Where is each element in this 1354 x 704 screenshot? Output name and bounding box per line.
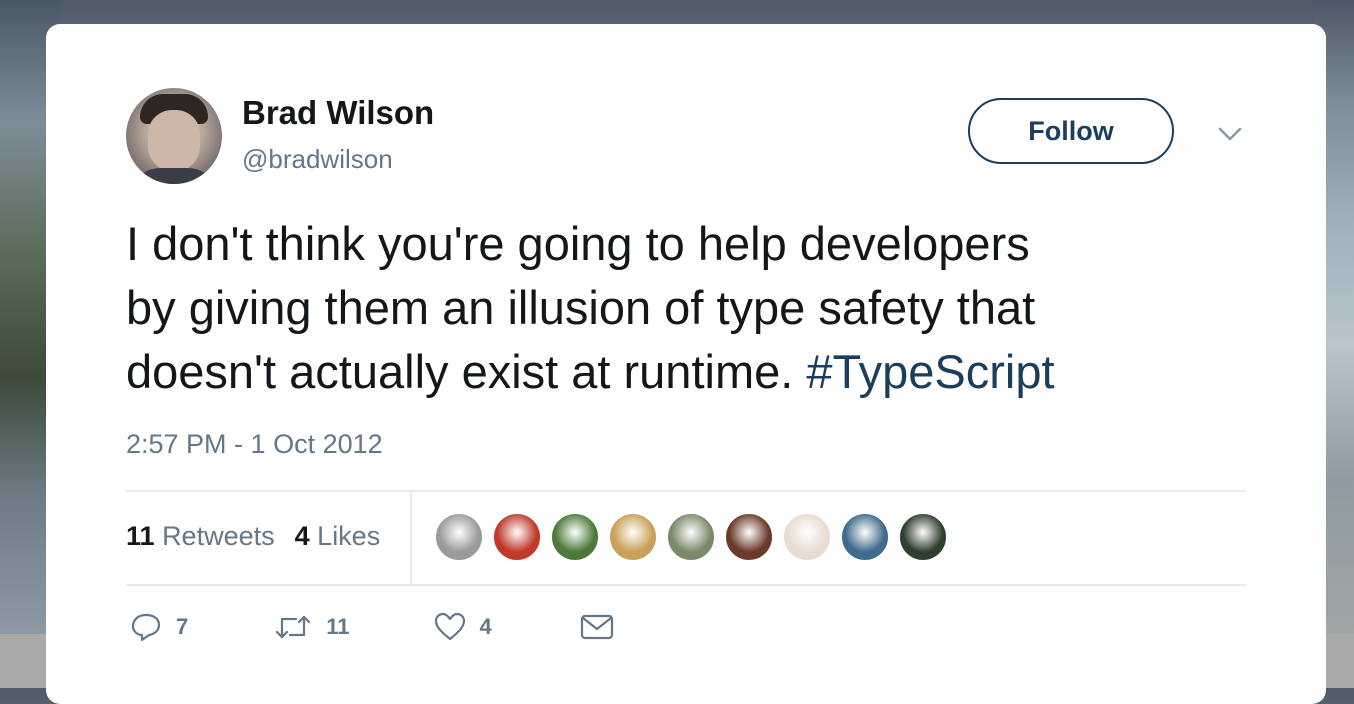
retweet-icon: [276, 615, 311, 639]
author-handle[interactable]: @bradwilson: [242, 144, 393, 175]
reply-count: 7: [176, 614, 189, 639]
retweet-action[interactable]: 11: [274, 613, 350, 641]
follow-button[interactable]: Follow: [968, 98, 1174, 164]
liker-avatar[interactable]: [782, 512, 832, 562]
retweets-label: Retweets: [162, 521, 275, 551]
divider-vertical: [410, 492, 412, 584]
liker-avatar[interactable]: [666, 512, 716, 562]
liker-avatar[interactable]: [492, 512, 542, 562]
tweet-line: by giving them an illusion of type safet…: [126, 281, 1036, 334]
hashtag-link[interactable]: #TypeScript: [806, 345, 1054, 398]
tweet-card: Brad Wilson @bradwilson Follow I don't t…: [46, 24, 1326, 704]
liker-avatar[interactable]: [608, 512, 658, 562]
like-action[interactable]: 4: [434, 612, 492, 642]
reply-action[interactable]: 7: [130, 612, 188, 642]
chevron-down-icon[interactable]: [1216, 120, 1244, 148]
likers-avatars: [434, 512, 956, 562]
tweet-line-text: doesn't actually exist at runtime.: [126, 345, 807, 398]
retweet-count: 11: [326, 614, 350, 639]
tweet-text: I don't think you're going to help devel…: [126, 212, 1266, 404]
liker-avatar[interactable]: [434, 512, 484, 562]
reply-icon: [131, 613, 161, 642]
like-count: 4: [479, 614, 492, 639]
direct-message-action[interactable]: [580, 613, 614, 641]
heart-icon: [434, 612, 465, 641]
liker-avatar[interactable]: [840, 512, 890, 562]
likes-stat[interactable]: 4 Likes: [295, 521, 381, 552]
divider: [126, 584, 1246, 586]
liker-avatar[interactable]: [550, 512, 600, 562]
tweet-timestamp[interactable]: 2:57 PM - 1 Oct 2012: [126, 429, 383, 460]
tweet-line: doesn't actually exist at runtime. #Type…: [126, 340, 1266, 404]
retweets-stat[interactable]: 11 Retweets: [126, 521, 275, 552]
tweet-line: I don't think you're going to help devel…: [126, 217, 1030, 270]
liker-avatar[interactable]: [724, 512, 774, 562]
likes-label: Likes: [317, 521, 381, 551]
envelope-icon: [580, 614, 613, 640]
tweet-actions: 7 11 4: [130, 612, 614, 642]
tweet-stats: 11 Retweets 4 Likes: [126, 521, 380, 552]
retweets-count: 11: [126, 521, 155, 551]
author-name[interactable]: Brad Wilson: [242, 94, 434, 132]
likes-count: 4: [294, 521, 310, 551]
author-avatar[interactable]: [126, 88, 222, 184]
liker-avatar[interactable]: [898, 512, 948, 562]
divider: [126, 490, 1246, 492]
